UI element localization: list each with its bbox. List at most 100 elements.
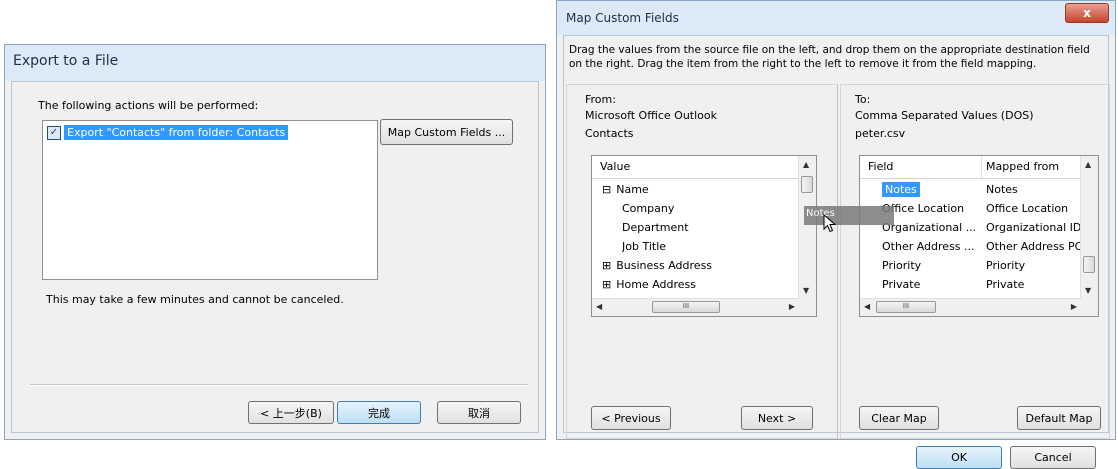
previous-button[interactable]: < Previous: [591, 406, 671, 430]
horizontal-scrollbar[interactable]: ◀ III ▶: [860, 298, 1081, 316]
dialog-title: Export to a File: [13, 53, 119, 69]
from-folder: Contacts: [585, 127, 634, 140]
destination-field-cell[interactable]: Organizational ...: [882, 218, 982, 237]
source-field-item[interactable]: ⊞ Home Address: [602, 275, 696, 294]
actions-label: The following actions will be performed:: [38, 99, 259, 112]
mapped-from-cell: Office Location: [986, 202, 1069, 215]
scroll-left-icon[interactable]: ◀: [596, 302, 602, 311]
mapped-from-cell: Organizational ID N: [986, 221, 1082, 234]
to-group: To: Comma Separated Values (DOS) peter.c…: [840, 84, 1110, 439]
clear-map-button[interactable]: Clear Map: [859, 406, 939, 430]
destination-header: Field Mapped from: [860, 156, 1098, 179]
vertical-scrollbar[interactable]: ▲ ▼: [1080, 156, 1098, 299]
scroll-grip: III: [682, 302, 690, 310]
from-source: Microsoft Office Outlook: [585, 109, 717, 122]
source-field-item[interactable]: Job Title: [622, 237, 666, 256]
source-field-label: Home Address: [616, 278, 697, 291]
field-label: Organizational ...: [882, 221, 977, 234]
default-map-button[interactable]: Default Map: [1017, 406, 1101, 430]
scroll-thumb[interactable]: [801, 176, 813, 193]
source-field-item[interactable]: ⊟ Name: [602, 180, 649, 199]
cancel-label: Cancel: [1034, 451, 1072, 464]
destination-field-cell[interactable]: Notes: [882, 180, 982, 199]
scroll-up-icon[interactable]: ▲: [803, 160, 809, 169]
mouse-cursor-icon: [823, 214, 837, 233]
scroll-corner: [1081, 299, 1098, 316]
actions-listbox[interactable]: ✓ Export "Contacts" from folder: Contact…: [42, 120, 378, 280]
to-file: peter.csv: [855, 127, 906, 140]
mapped-from-column-header[interactable]: Mapped from: [986, 160, 1059, 173]
cancel-label: 取消: [468, 406, 490, 420]
field-label: Private: [882, 278, 921, 291]
scroll-left-icon[interactable]: ◀: [864, 302, 870, 311]
from-group: From: Microsoft Office Outlook Contacts …: [566, 84, 838, 439]
cancel-button[interactable]: Cancel: [1010, 446, 1096, 469]
source-field-item[interactable]: ⊞ Business Address: [602, 256, 712, 275]
action-list-item[interactable]: ✓ Export "Contacts" from folder: Contact…: [47, 125, 289, 140]
finish-button[interactable]: 完成: [337, 401, 421, 424]
ok-button[interactable]: OK: [916, 446, 1002, 469]
back-label: < 上一步(B): [260, 406, 322, 420]
scroll-thumb[interactable]: [1083, 256, 1095, 273]
source-field-label: Job Title: [622, 240, 667, 253]
instructions-line-1: Drag the values from the source file on …: [569, 44, 1090, 56]
checkbox[interactable]: ✓: [47, 125, 61, 140]
finish-label: 完成: [368, 406, 390, 420]
destination-field-list[interactable]: Field Mapped from Notes Notes Office Locat…: [859, 155, 1099, 317]
cancel-button[interactable]: 取消: [437, 401, 521, 424]
mapped-from-cell: Notes: [986, 183, 1018, 196]
destination-field-cell[interactable]: Office Location: [882, 199, 982, 218]
field-label: Priority: [882, 259, 922, 272]
field-label: Other Address ...: [882, 240, 975, 253]
separator: [30, 384, 528, 386]
source-field-item[interactable]: Department: [622, 218, 689, 237]
source-field-label: Name: [616, 183, 649, 196]
value-column-label: Value: [600, 160, 631, 173]
mapped-from-cell: Other Address PO: [986, 240, 1082, 253]
source-field-list[interactable]: Value ⊟ Name Company Department Job Title ⊞ Bu…: [591, 155, 817, 317]
to-target: Comma Separated Values (DOS): [855, 109, 1034, 122]
scroll-right-icon[interactable]: ▶: [789, 302, 795, 311]
expand-icon[interactable]: ⊞: [602, 259, 611, 272]
value-column-header[interactable]: Value: [592, 156, 816, 179]
clear-map-label: Clear Map: [871, 411, 927, 425]
map-custom-fields-label: Map Custom Fields ...: [387, 125, 506, 139]
previous-label: < Previous: [601, 411, 661, 425]
scroll-up-icon[interactable]: ▲: [1085, 160, 1091, 169]
field-label: Notes: [882, 182, 920, 197]
from-label: From:: [585, 93, 616, 106]
back-button[interactable]: < 上一步(B): [248, 401, 334, 424]
action-item-label: Export "Contacts" from folder: Contacts: [64, 125, 289, 140]
scroll-grip: III: [902, 302, 910, 310]
destination-field-cell[interactable]: Other Address ...: [882, 237, 982, 256]
expand-icon[interactable]: ⊞: [602, 278, 611, 291]
collapse-icon[interactable]: ⊟: [602, 183, 611, 196]
default-map-label: Default Map: [1025, 411, 1093, 425]
dialog-title: Map Custom Fields: [566, 11, 679, 25]
destination-field-cell[interactable]: Priority: [882, 256, 982, 275]
scroll-right-icon[interactable]: ▶: [1071, 302, 1077, 311]
mapped-from-cell: Private: [986, 278, 1025, 291]
close-icon: x: [1083, 6, 1091, 20]
drag-ghost: Notes: [804, 206, 894, 225]
scroll-thumb-h[interactable]: III: [876, 301, 936, 313]
field-column-header[interactable]: Field: [868, 160, 893, 173]
scroll-down-icon[interactable]: ▼: [803, 286, 809, 295]
close-button[interactable]: x: [1065, 3, 1109, 23]
next-button[interactable]: Next >: [741, 406, 813, 430]
scroll-down-icon[interactable]: ▼: [1085, 286, 1091, 295]
horizontal-scrollbar[interactable]: ◀ III ▶: [592, 298, 799, 316]
destination-field-cell[interactable]: Private: [882, 275, 982, 294]
next-label: Next >: [757, 411, 797, 425]
instructions-line-2: on the right. Drag the item from the rig…: [569, 58, 1037, 70]
export-to-file-dialog: Export to a File The following actions w…: [4, 44, 546, 440]
note-text: This may take a few minutes and cannot b…: [46, 293, 344, 306]
source-field-label: Company: [622, 202, 675, 215]
ok-label: OK: [951, 451, 967, 464]
scroll-thumb-h[interactable]: III: [652, 301, 720, 313]
map-custom-fields-button[interactable]: Map Custom Fields ...: [380, 119, 513, 145]
scroll-corner: [799, 299, 816, 316]
source-field-item[interactable]: Company: [622, 199, 674, 218]
source-field-label: Business Address: [616, 259, 713, 272]
vertical-scrollbar[interactable]: ▲ ▼: [798, 156, 816, 299]
